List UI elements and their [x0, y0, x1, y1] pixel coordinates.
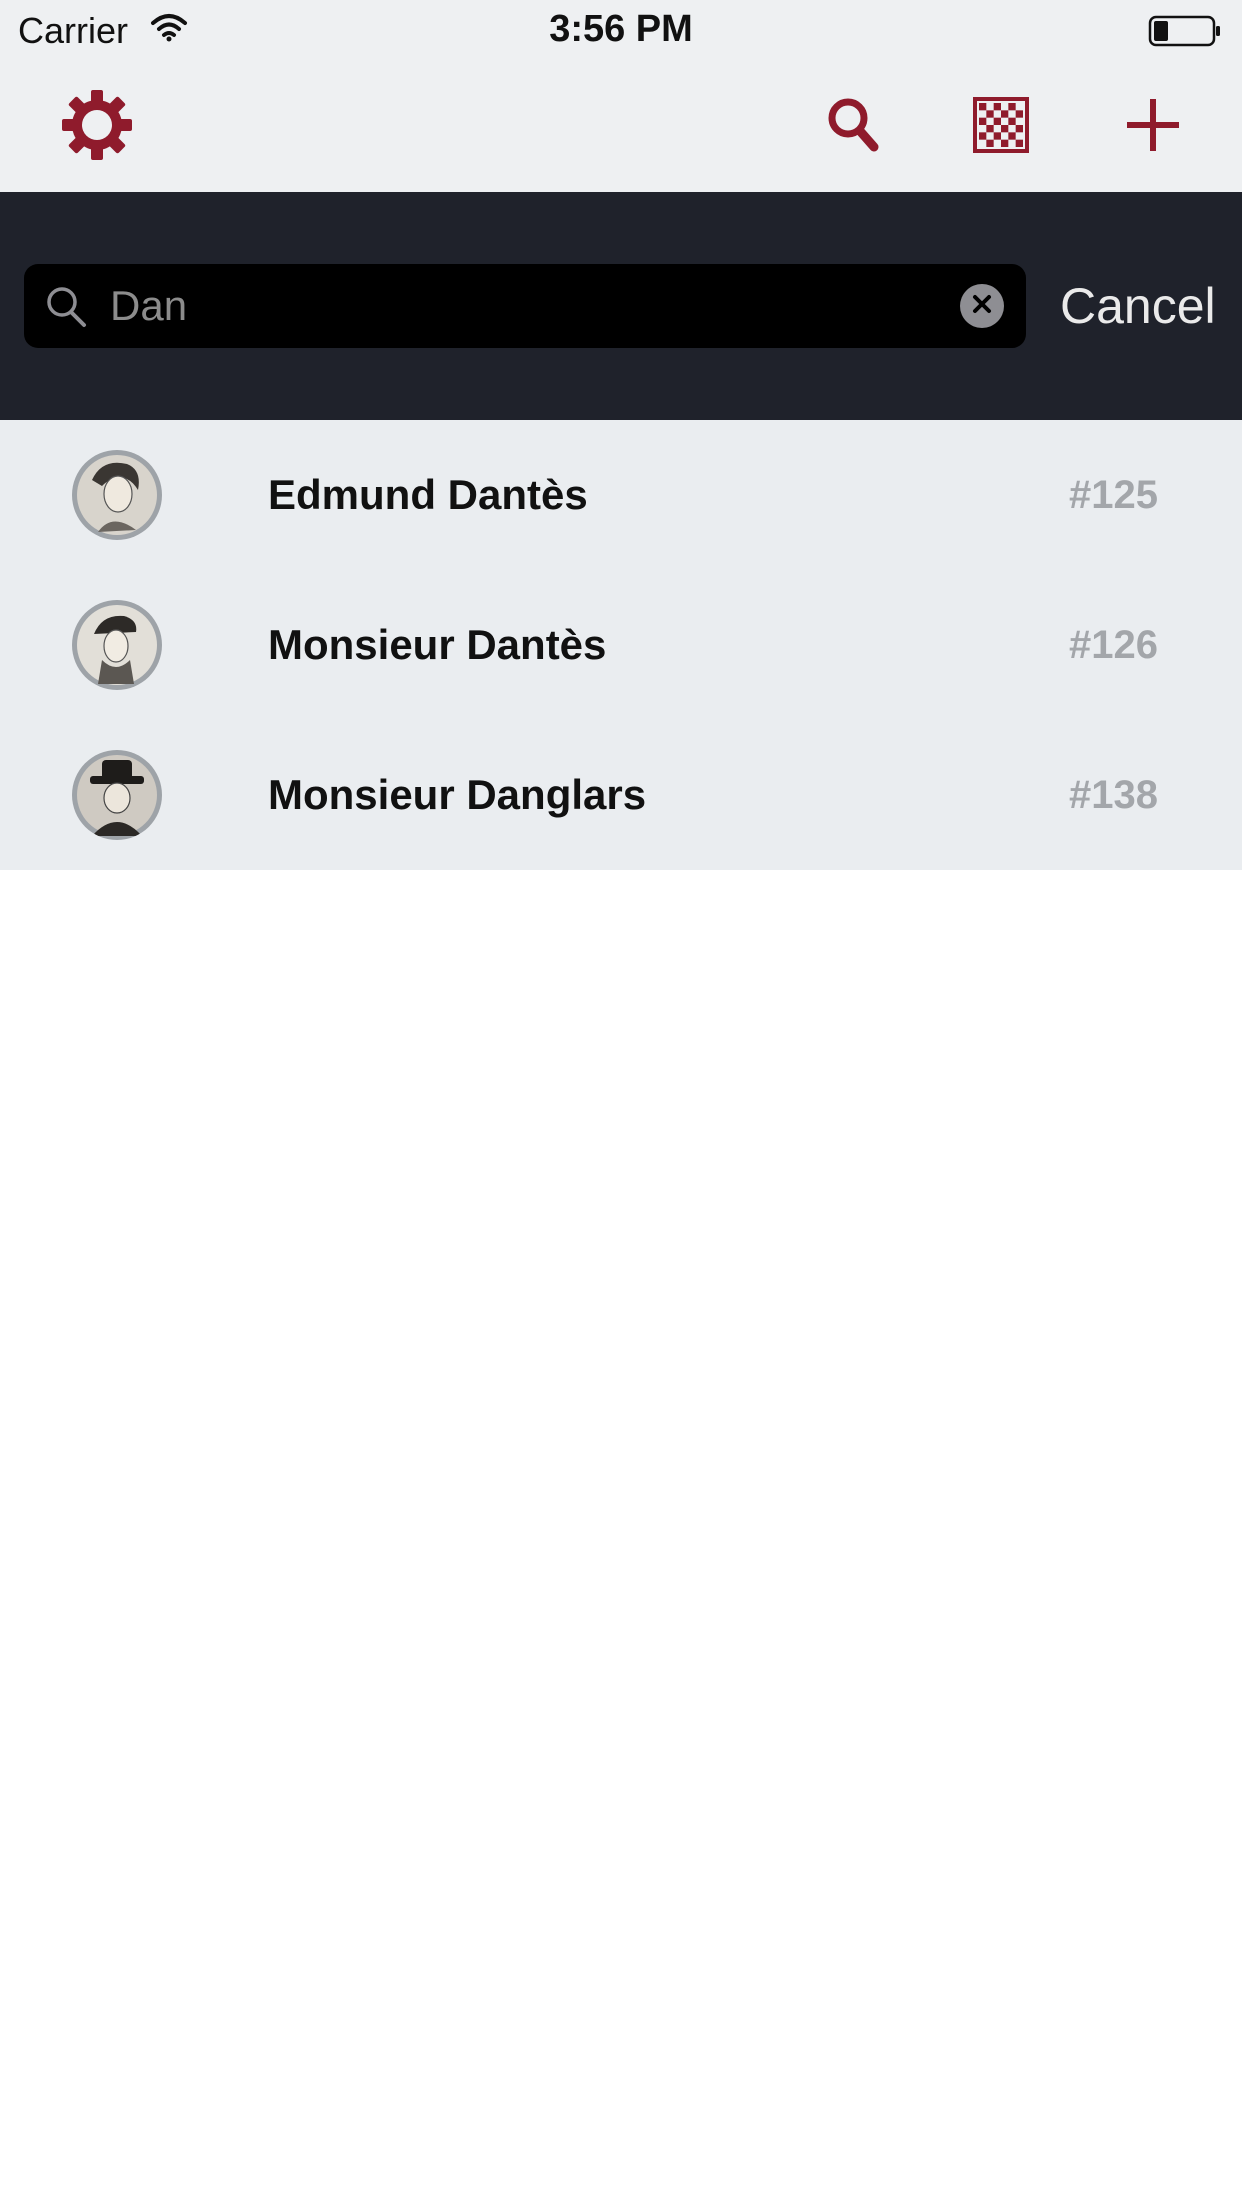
result-name: Monsieur Dantès — [268, 621, 607, 668]
list-item[interactable]: Monsieur Danglars #138 — [0, 720, 1242, 870]
result-name: Monsieur Danglars — [268, 771, 647, 818]
cancel-button[interactable]: Cancel — [1060, 264, 1216, 348]
settings-button[interactable] — [52, 82, 142, 172]
result-name: Edmund Dantès — [268, 471, 588, 518]
close-icon — [971, 293, 993, 320]
grid-button[interactable] — [956, 82, 1046, 172]
clear-search-button[interactable] — [960, 284, 1004, 328]
checkerboard-icon — [973, 96, 1029, 158]
list-item[interactable]: Edmund Dantès #125 — [0, 420, 1242, 570]
status-bar: Carrier 3:56 PM — [0, 0, 1242, 62]
result-number: #125 — [1069, 473, 1158, 517]
result-number: #126 — [1069, 623, 1158, 667]
gear-icon — [60, 88, 134, 167]
search-icon — [825, 95, 881, 160]
search-bar-container: Cancel — [0, 192, 1242, 420]
plus-icon — [1123, 95, 1183, 160]
magnifier-icon — [44, 284, 88, 333]
list-item[interactable]: Monsieur Dantès #126 — [0, 570, 1242, 720]
status-time: 3:56 PM — [549, 8, 693, 50]
avatar — [72, 450, 162, 540]
avatar — [72, 600, 162, 690]
avatar — [72, 750, 162, 840]
search-input[interactable] — [110, 264, 960, 348]
search-button[interactable] — [808, 82, 898, 172]
search-results-list: Edmund Dantès #125 Monsieur Dantès #126 … — [0, 420, 1242, 870]
result-number: #138 — [1069, 773, 1158, 817]
search-field[interactable] — [24, 264, 1026, 348]
battery-icon — [1148, 14, 1222, 53]
add-button[interactable] — [1108, 82, 1198, 172]
top-toolbar — [0, 62, 1242, 192]
